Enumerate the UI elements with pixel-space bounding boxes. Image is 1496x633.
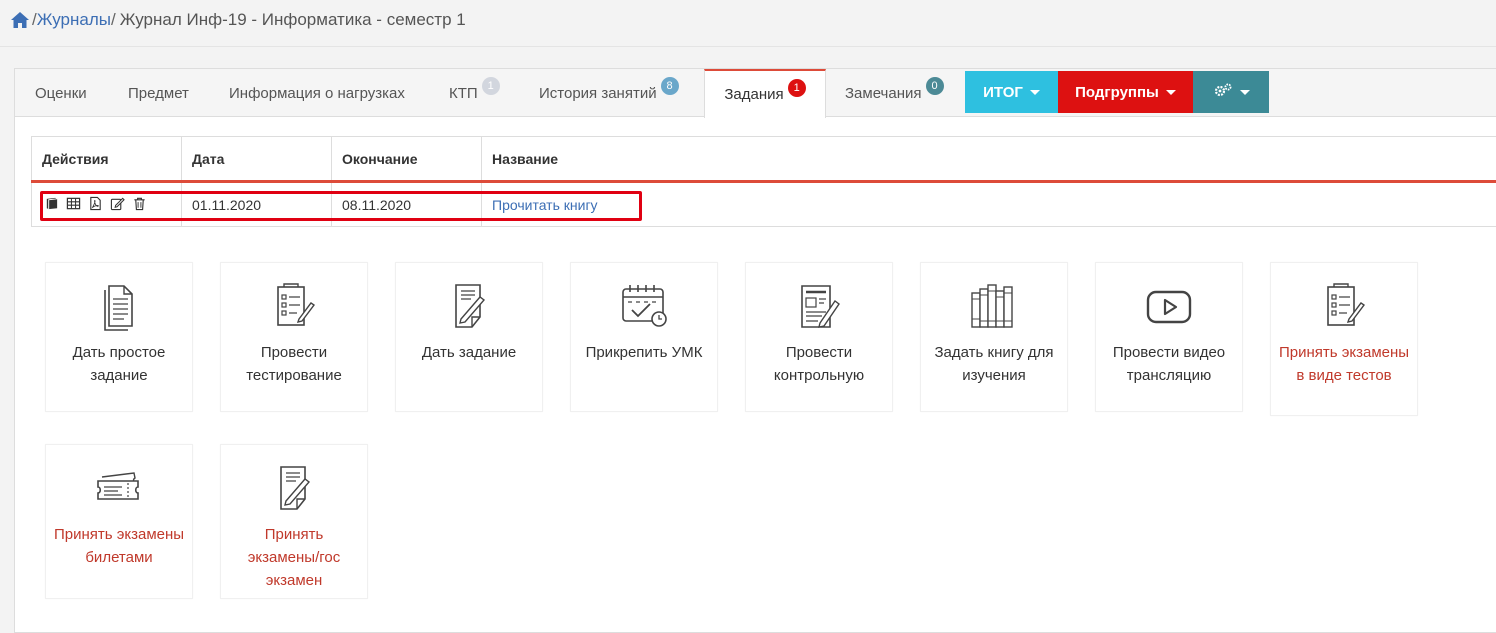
breadcrumb-separator: /	[111, 10, 116, 29]
book-icon[interactable]	[44, 196, 59, 214]
card-label: Провести видео трансляцию	[1112, 344, 1226, 384]
breadcrumb: / Журналы / Журнал Инф-19 - Информатика …	[10, 10, 466, 30]
document-icon	[104, 285, 133, 331]
edit-icon[interactable]	[110, 196, 125, 214]
tab-remarks[interactable]: Замечания 0	[845, 69, 944, 117]
assignment-link[interactable]: Прочитать книгу	[492, 197, 598, 213]
card-label: Дать задание	[421, 344, 517, 361]
row-date: 01.11.2020	[181, 181, 332, 227]
card-state-exam[interactable]: Принять экзамены/гос экзамен	[220, 444, 368, 599]
card-exam-tickets[interactable]: Принять экзамены билетами	[45, 444, 193, 599]
tab-grades[interactable]: Оценки	[35, 69, 87, 117]
tab-lesson-history[interactable]: История занятий 8	[539, 69, 679, 117]
card-give-task[interactable]: Дать задание	[395, 262, 543, 412]
gears-icon	[1213, 82, 1233, 102]
assignments-table: Действия Дата Окончание Название 01.11.2…	[31, 136, 1496, 227]
column-header: Название	[481, 136, 1496, 183]
breadcrumb-current: Журнал Инф-19 - Информатика - семестр 1	[119, 10, 466, 29]
tab-badge: 0	[925, 77, 944, 95]
books-icon	[971, 284, 1013, 328]
column-header: Действия	[31, 136, 182, 183]
card-assign-book[interactable]: Задать книгу для изучения	[920, 262, 1068, 412]
card-label: Принять экзамены/гос экзамен	[247, 526, 341, 589]
caret-down-icon	[1029, 89, 1040, 95]
card-label: Дать простое задание	[72, 344, 166, 384]
row-end-date: 08.11.2020	[331, 181, 482, 227]
tab-label: Оценки	[35, 84, 87, 102]
top-divider	[0, 46, 1496, 47]
tab-ktp[interactable]: КТП 1	[449, 69, 500, 117]
card-attach-umk[interactable]: Прикрепить УМК	[570, 262, 718, 412]
row-actions	[31, 181, 182, 227]
table-icon[interactable]	[66, 196, 81, 214]
itog-label: ИТОГ	[983, 83, 1023, 101]
trash-icon[interactable]	[132, 196, 147, 214]
caret-down-icon	[1165, 89, 1176, 95]
subgroups-dropdown-button[interactable]: Подгруппы	[1058, 71, 1193, 113]
document-pen-icon	[455, 284, 486, 328]
tab-badge: 1	[481, 77, 500, 95]
tab-label: Замечания	[845, 84, 922, 102]
row-name: Прочитать книгу	[481, 181, 1496, 227]
card-label: Принять экзамены билетами	[53, 526, 185, 566]
pdf-icon[interactable]	[88, 196, 103, 214]
settings-dropdown-button[interactable]	[1193, 71, 1269, 113]
column-header: Окончание	[331, 136, 482, 183]
card-label: Задать книгу для изучения	[934, 344, 1054, 384]
tab-assignments[interactable]: Задания 1	[704, 69, 826, 118]
newspaper-pen-icon	[801, 285, 840, 328]
home-icon[interactable]	[10, 11, 30, 29]
breadcrumb-journals-link[interactable]: Журналы	[37, 10, 111, 30]
column-header: Дата	[181, 136, 332, 183]
subgroups-label: Подгруппы	[1075, 83, 1159, 101]
card-video-stream[interactable]: Провести видео трансляцию	[1095, 262, 1243, 412]
itog-dropdown-button[interactable]: ИТОГ	[965, 71, 1058, 113]
tab-label: Задания	[724, 86, 784, 103]
tab-label: История занятий	[539, 84, 657, 102]
card-label: Провести контрольную	[773, 344, 865, 384]
tab-bar: Оценки Предмет Информация о нагрузках КТ…	[15, 69, 1496, 118]
tab-label: Предмет	[128, 84, 189, 102]
checklist-pen-icon	[277, 283, 316, 326]
journal-panel: Оценки Предмет Информация о нагрузках КТ…	[14, 68, 1496, 633]
tab-badge: 8	[660, 77, 679, 95]
card-testing[interactable]: Провести тестирование	[220, 262, 368, 412]
checklist-pen-icon	[1327, 283, 1366, 326]
calendar-check-icon	[622, 285, 667, 327]
card-exam-tests[interactable]: Принять экзамены в виде тестов	[1270, 262, 1418, 416]
document-pen-icon	[280, 466, 311, 510]
tab-subject[interactable]: Предмет	[128, 69, 189, 117]
table-header-row: Действия Дата Окончание Название	[31, 136, 1496, 183]
tab-badge: 1	[787, 78, 806, 97]
tab-load-info[interactable]: Информация о нагрузках	[229, 69, 405, 117]
video-play-icon	[1146, 290, 1192, 324]
card-label: Провести тестирование	[246, 344, 342, 384]
tab-label: Информация о нагрузках	[229, 84, 405, 102]
card-label: Принять экзамены в виде тестов	[1278, 344, 1410, 384]
card-label: Прикрепить УМК	[585, 344, 703, 361]
tab-label: КТП	[449, 84, 478, 102]
table-row: 01.11.2020 08.11.2020 Прочитать книгу	[31, 181, 1496, 227]
caret-down-icon	[1239, 89, 1250, 95]
tickets-icon	[97, 472, 139, 500]
card-simple-task[interactable]: Дать простое задание	[45, 262, 193, 412]
card-control-work[interactable]: Провести контрольную	[745, 262, 893, 412]
